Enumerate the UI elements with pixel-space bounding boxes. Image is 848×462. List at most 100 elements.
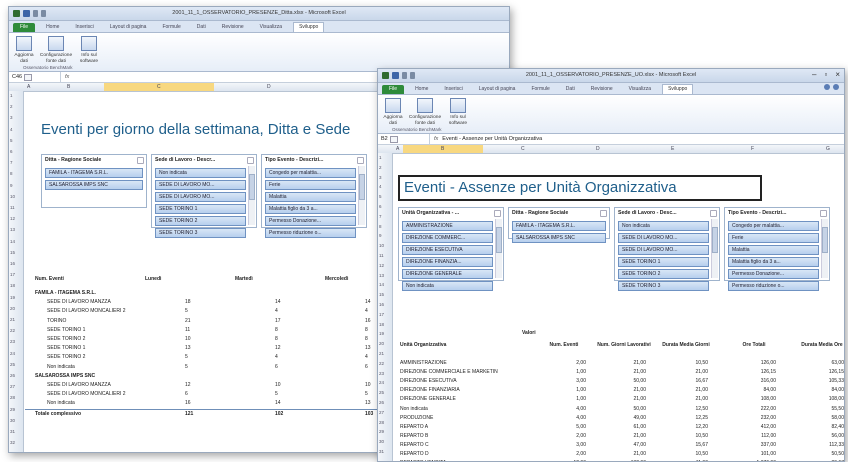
row-header-17[interactable]: 17	[379, 312, 384, 317]
slicer-scrollbar[interactable]	[495, 219, 502, 278]
column-header-g[interactable]: G	[826, 146, 830, 152]
row-header-18[interactable]: 18	[10, 283, 15, 288]
slicer-item[interactable]: Malattia	[728, 245, 819, 255]
row-header-28[interactable]: 28	[379, 420, 384, 425]
slicer-item[interactable]: SEDE DI LAVORO MO...	[155, 180, 246, 190]
scrollbar-thumb[interactable]	[359, 174, 365, 200]
row-header-8[interactable]: 8	[379, 224, 382, 229]
restore-icon[interactable]: ▫	[824, 70, 827, 79]
column-header-d[interactable]: D	[596, 146, 600, 152]
row-header-23[interactable]: 23	[10, 339, 15, 344]
table-row[interactable]: PRODUZIONE 4,00 49,00 12,25 232,00 58,00	[394, 414, 844, 422]
row-header-19[interactable]: 19	[379, 331, 384, 336]
row-header-29[interactable]: 29	[10, 407, 15, 412]
row-header-15[interactable]: 15	[379, 292, 384, 297]
slicer-4[interactable]: Tipo Evento - Descrizi... Congedo per mal…	[724, 207, 830, 291]
column-header-b[interactable]: B	[441, 146, 444, 152]
row-header-16[interactable]: 16	[10, 261, 15, 266]
chevron-down-icon[interactable]	[24, 73, 33, 81]
slicer-item[interactable]: Non indicata	[618, 221, 709, 231]
slicer-3[interactable]: Tipo Evento - Descrizi... Congedo per mal…	[261, 154, 367, 238]
slicer-item[interactable]: SEDE TORINO 1	[618, 257, 709, 267]
row-header-14[interactable]: 14	[10, 239, 15, 244]
row-header-22[interactable]: 22	[10, 328, 15, 333]
pivot-column-header[interactable]: Martedì	[235, 276, 253, 282]
row-header-2[interactable]: 2	[379, 165, 382, 170]
tab-sviluppo[interactable]: Sviluppo	[293, 22, 325, 32]
row-header-10[interactable]: 10	[379, 243, 384, 248]
row-header-26[interactable]: 26	[10, 373, 15, 378]
tab-inserisci[interactable]: Inserisci	[439, 85, 467, 94]
clear-filter-icon[interactable]	[820, 210, 827, 217]
row-header-24[interactable]: 24	[10, 351, 15, 356]
slicer-item[interactable]: FAMILA - ITAGEMA S.R.L.	[512, 221, 606, 231]
slicer-item[interactable]: SEDE TORINO 1	[155, 204, 246, 214]
row-header-30[interactable]: 30	[10, 418, 15, 423]
tab-file[interactable]: File	[13, 23, 36, 32]
slicer-item[interactable]: Malattia figlio da 3 a...	[265, 204, 356, 214]
slicer-3[interactable]: Sede di Lavoro - Desc... Non indicata SEDE…	[614, 207, 720, 291]
column-header-d[interactable]: D	[267, 84, 271, 90]
slicer-item[interactable]: SEDE DI LAVORO MO...	[155, 192, 246, 202]
slicer-item[interactable]: SEDE DI LAVORO MO...	[618, 245, 709, 255]
slicer-scrollbar[interactable]	[821, 219, 828, 278]
tab-visualizza[interactable]: Visualizza	[624, 85, 656, 94]
pivot-column-header[interactable]: Durata Media Giorni	[656, 342, 716, 348]
row-header-21[interactable]: 21	[379, 351, 384, 356]
slicer-scrollbar[interactable]	[358, 166, 365, 225]
tab-file[interactable]: File	[382, 85, 405, 94]
slicer-item[interactable]: Non indicata	[402, 281, 493, 291]
tab-home[interactable]: Home	[41, 23, 64, 32]
table-row[interactable]: AMMINISTRAZIONE 2,00 21,00 10,50 126,00 63,00	[394, 359, 844, 367]
clear-filter-icon[interactable]	[494, 210, 501, 217]
table-row[interactable]: REPARTO C 3,00 47,00 15,67 337,00 112,33	[394, 441, 844, 449]
column-header-e[interactable]: E	[671, 146, 674, 152]
slicer-item[interactable]: Permesso riduzione o...	[265, 228, 356, 238]
row-header-17[interactable]: 17	[10, 272, 15, 277]
minimize-ribbon-icon[interactable]	[833, 84, 839, 90]
row-header-27[interactable]: 27	[379, 410, 384, 415]
tab-inserisci[interactable]: Inserisci	[70, 23, 98, 32]
column-header-c[interactable]: C	[521, 146, 525, 152]
row-header-7[interactable]: 7	[379, 214, 382, 219]
excel-window-front[interactable]: 2001_11_1_OSSERVATORIO_PRESENZE_UO.xlsx …	[377, 68, 845, 462]
info-button[interactable]: Info sul software	[77, 36, 101, 64]
table-row[interactable]: REPARTO D 2,00 21,00 10,50 101,00 50,50	[394, 450, 844, 458]
column-header-c[interactable]: C	[157, 84, 161, 90]
slicer-1[interactable]: Ditta - Ragione Sociale FAMILA - ITAGEMA …	[41, 154, 147, 208]
tab-revisione[interactable]: Revisione	[217, 23, 249, 32]
row-header-9[interactable]: 9	[10, 183, 13, 188]
slicer-item[interactable]: Malattia	[265, 192, 356, 202]
row-header-18[interactable]: 18	[379, 322, 384, 327]
info-button[interactable]: Info sul software	[446, 98, 470, 126]
function-icon[interactable]: fx	[430, 136, 442, 142]
row-header-12[interactable]: 12	[10, 216, 15, 221]
row-header-21[interactable]: 21	[10, 317, 15, 322]
row-header-20[interactable]: 20	[379, 341, 384, 346]
row-header-20[interactable]: 20	[10, 306, 15, 311]
scrollbar-thumb[interactable]	[822, 227, 828, 253]
row-header-3[interactable]: 3	[379, 175, 382, 180]
minimize-icon[interactable]: –	[812, 70, 816, 79]
title-cell[interactable]: Eventi - Assenze per Unità Organizzativa	[398, 175, 762, 201]
slicer-scrollbar[interactable]	[711, 219, 718, 278]
pivot-column-header[interactable]: Unità Organizzativa	[400, 342, 510, 348]
row-header-13[interactable]: 13	[10, 227, 15, 232]
tab-visualizza[interactable]: Visualizza	[255, 23, 287, 32]
clear-filter-icon[interactable]	[247, 157, 254, 164]
refresh-data-button[interactable]: Aggiorna dati	[13, 36, 35, 64]
slicer-item[interactable]: SALSAROSSA IMPS SNC	[512, 233, 606, 243]
row-header-4[interactable]: 4	[379, 184, 382, 189]
clear-filter-icon[interactable]	[600, 210, 607, 217]
configure-source-button[interactable]: Configurazione fonte dati	[39, 36, 73, 64]
table-row[interactable]: DIREZIONE FINANZIARIA 1,00 21,00 21,00 84,00…	[394, 386, 844, 394]
row-header-31[interactable]: 31	[10, 429, 15, 434]
row-header-29[interactable]: 29	[379, 429, 384, 434]
slicer-item[interactable]: SEDE TORINO 2	[618, 269, 709, 279]
row-header-8[interactable]: 8	[10, 171, 13, 176]
function-icon[interactable]: fx	[61, 74, 73, 80]
slicer-item[interactable]: SEDE TORINO 3	[618, 281, 709, 291]
row-header-13[interactable]: 13	[379, 273, 384, 278]
row-header-15[interactable]: 15	[10, 250, 15, 255]
slicer-1[interactable]: Unità Organizzativa - ... AMMINISTRAZIONE…	[398, 207, 504, 291]
